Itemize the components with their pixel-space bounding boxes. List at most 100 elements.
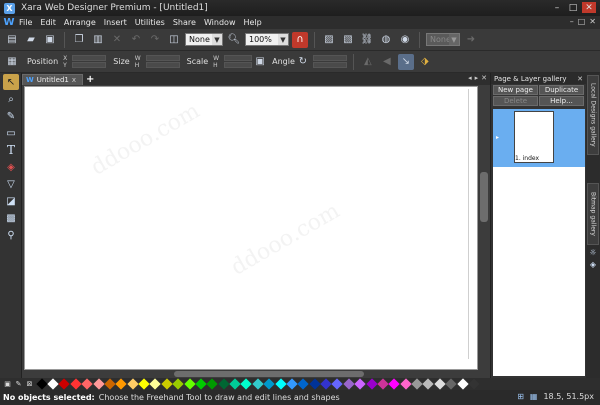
scale-width-field[interactable] <box>224 54 253 61</box>
color-swatch[interactable] <box>240 378 253 390</box>
tab-close-icon[interactable]: ✕ <box>481 74 487 82</box>
grid-icon[interactable]: ▦ <box>530 392 538 401</box>
color-swatch[interactable] <box>195 378 207 390</box>
new-document-icon[interactable]: ▤ <box>4 32 20 48</box>
snap-icon[interactable]: ⊞ <box>517 392 524 401</box>
bitmap-gallery-tab[interactable]: Bitmap gallery <box>587 183 599 245</box>
color-swatch[interactable] <box>309 378 321 390</box>
menu-share[interactable]: Share <box>169 18 200 27</box>
website-preview-icon[interactable]: ▧ <box>340 32 356 48</box>
palette-selector-icon[interactable]: ▣ <box>3 380 12 389</box>
color-swatch[interactable] <box>36 378 48 390</box>
selector-mode-icon[interactable]: ▦ <box>4 54 20 70</box>
add-tab-button[interactable]: + <box>86 74 94 85</box>
show-handles-icon[interactable]: ↘ <box>397 53 414 70</box>
menu-help[interactable]: Help <box>239 18 265 27</box>
zoom-tool-icon[interactable]: ⌕ <box>3 91 19 107</box>
link-icon[interactable]: ⛓ <box>359 32 375 48</box>
menu-insert[interactable]: Insert <box>100 18 131 27</box>
close-tab-icon[interactable]: x <box>72 76 76 84</box>
horizontal-scroll-thumb[interactable] <box>174 371 364 377</box>
doc-minimize-button[interactable]: – <box>570 17 574 26</box>
local-designs-tab[interactable]: Local Designs gallery <box>587 75 599 155</box>
page-preview-icon[interactable]: ▨ <box>321 32 337 48</box>
color-swatch[interactable] <box>422 378 435 390</box>
color-swatch[interactable] <box>252 378 264 390</box>
next-arrow-icon[interactable]: ➜ <box>463 32 479 48</box>
color-swatch[interactable] <box>320 378 332 390</box>
fill-tool-icon[interactable]: ◈ <box>3 159 19 175</box>
doc-close-button[interactable]: ✕ <box>589 17 596 26</box>
menu-arrange[interactable]: Arrange <box>60 18 100 27</box>
page-select[interactable]: None ▼ <box>426 33 460 46</box>
color-swatch[interactable] <box>47 378 59 390</box>
sun-icon[interactable]: ☼ <box>588 247 598 257</box>
photo-tool-icon[interactable]: ▩ <box>3 210 19 226</box>
close-icon[interactable]: ✕ <box>577 75 586 83</box>
save-icon[interactable]: ▣ <box>42 32 58 48</box>
width-field[interactable] <box>145 54 180 61</box>
drawing-canvas[interactable]: ddooo.com ddooo.com <box>24 86 478 370</box>
menu-utilities[interactable]: Utilities <box>131 18 169 27</box>
open-folder-icon[interactable]: ▰ <box>23 32 39 48</box>
color-swatch[interactable] <box>92 378 105 390</box>
color-swatch[interactable] <box>286 378 298 390</box>
color-swatch[interactable] <box>81 378 93 390</box>
color-swatch[interactable] <box>115 378 127 390</box>
redo-icon[interactable]: ↷ <box>147 32 163 48</box>
color-swatch[interactable] <box>297 378 309 390</box>
color-swatch[interactable] <box>377 378 389 390</box>
magnet-icon[interactable]: ∩ <box>292 31 308 48</box>
skew-field[interactable] <box>312 61 347 68</box>
color-swatch[interactable] <box>388 378 400 390</box>
minimize-button[interactable]: – <box>550 2 564 13</box>
zoom-icon[interactable]: 🔍︎ <box>226 32 242 48</box>
color-swatch[interactable] <box>138 378 150 390</box>
color-swatch[interactable] <box>58 378 71 390</box>
flip-vertical-icon[interactable]: ◀ <box>379 54 395 70</box>
document-logo-icon[interactable]: W <box>3 17 15 29</box>
color-swatch[interactable] <box>411 378 423 390</box>
color-swatch[interactable] <box>434 378 446 390</box>
selector-tool-icon[interactable]: ↖ <box>3 74 19 90</box>
menu-edit[interactable]: Edit <box>36 18 60 27</box>
vertical-scroll-thumb[interactable] <box>480 172 488 222</box>
list-item-selected[interactable]: ▸ 1. index <box>493 109 585 167</box>
text-tool-icon[interactable]: T <box>3 142 19 158</box>
menu-window[interactable]: Window <box>200 18 240 27</box>
y-field[interactable] <box>72 61 107 68</box>
color-swatch[interactable] <box>127 378 139 390</box>
close-button[interactable]: ✕ <box>582 2 596 13</box>
x-field[interactable] <box>72 54 107 61</box>
paste-icon[interactable]: ▥ <box>90 32 106 48</box>
color-swatch[interactable] <box>161 378 173 390</box>
color-swatch[interactable] <box>206 378 218 390</box>
height-field[interactable] <box>145 61 180 68</box>
cut-icon[interactable]: ✕ <box>109 32 125 48</box>
color-swatch[interactable] <box>400 378 412 390</box>
doc-restore-button[interactable]: □ <box>578 17 586 26</box>
no-color-icon[interactable]: ⊠ <box>25 380 34 389</box>
eyedropper-tool-icon[interactable]: ⚲ <box>3 227 19 243</box>
vertical-scrollbar[interactable] <box>478 86 490 370</box>
duplicate-button[interactable]: Duplicate <box>539 85 584 95</box>
tag-icon[interactable]: ⬗ <box>417 54 433 70</box>
freehand-tool-icon[interactable]: ✎ <box>3 108 19 124</box>
color-swatch[interactable] <box>468 378 480 390</box>
publish-icon[interactable]: ◉ <box>397 32 413 48</box>
rectangle-tool-icon[interactable]: ▭ <box>3 125 19 141</box>
quality-select[interactable]: None ▼ <box>185 33 223 46</box>
color-swatch[interactable] <box>104 378 116 390</box>
maximize-button[interactable]: □ <box>566 2 580 13</box>
delete-button[interactable]: Delete <box>493 96 538 106</box>
color-swatch[interactable] <box>365 378 378 390</box>
angle-field[interactable] <box>312 54 347 61</box>
scale-height-field[interactable] <box>224 61 253 68</box>
expand-arrow-icon[interactable]: ▸ <box>496 134 499 141</box>
globe-icon[interactable]: ◍ <box>378 32 394 48</box>
color-swatch[interactable] <box>263 378 275 390</box>
color-swatch[interactable] <box>172 378 184 390</box>
color-picker-icon[interactable]: ✎ <box>14 380 23 389</box>
tab-untitled1[interactable]: W Untitled1 x <box>22 73 84 85</box>
color-swatch[interactable] <box>354 378 366 390</box>
